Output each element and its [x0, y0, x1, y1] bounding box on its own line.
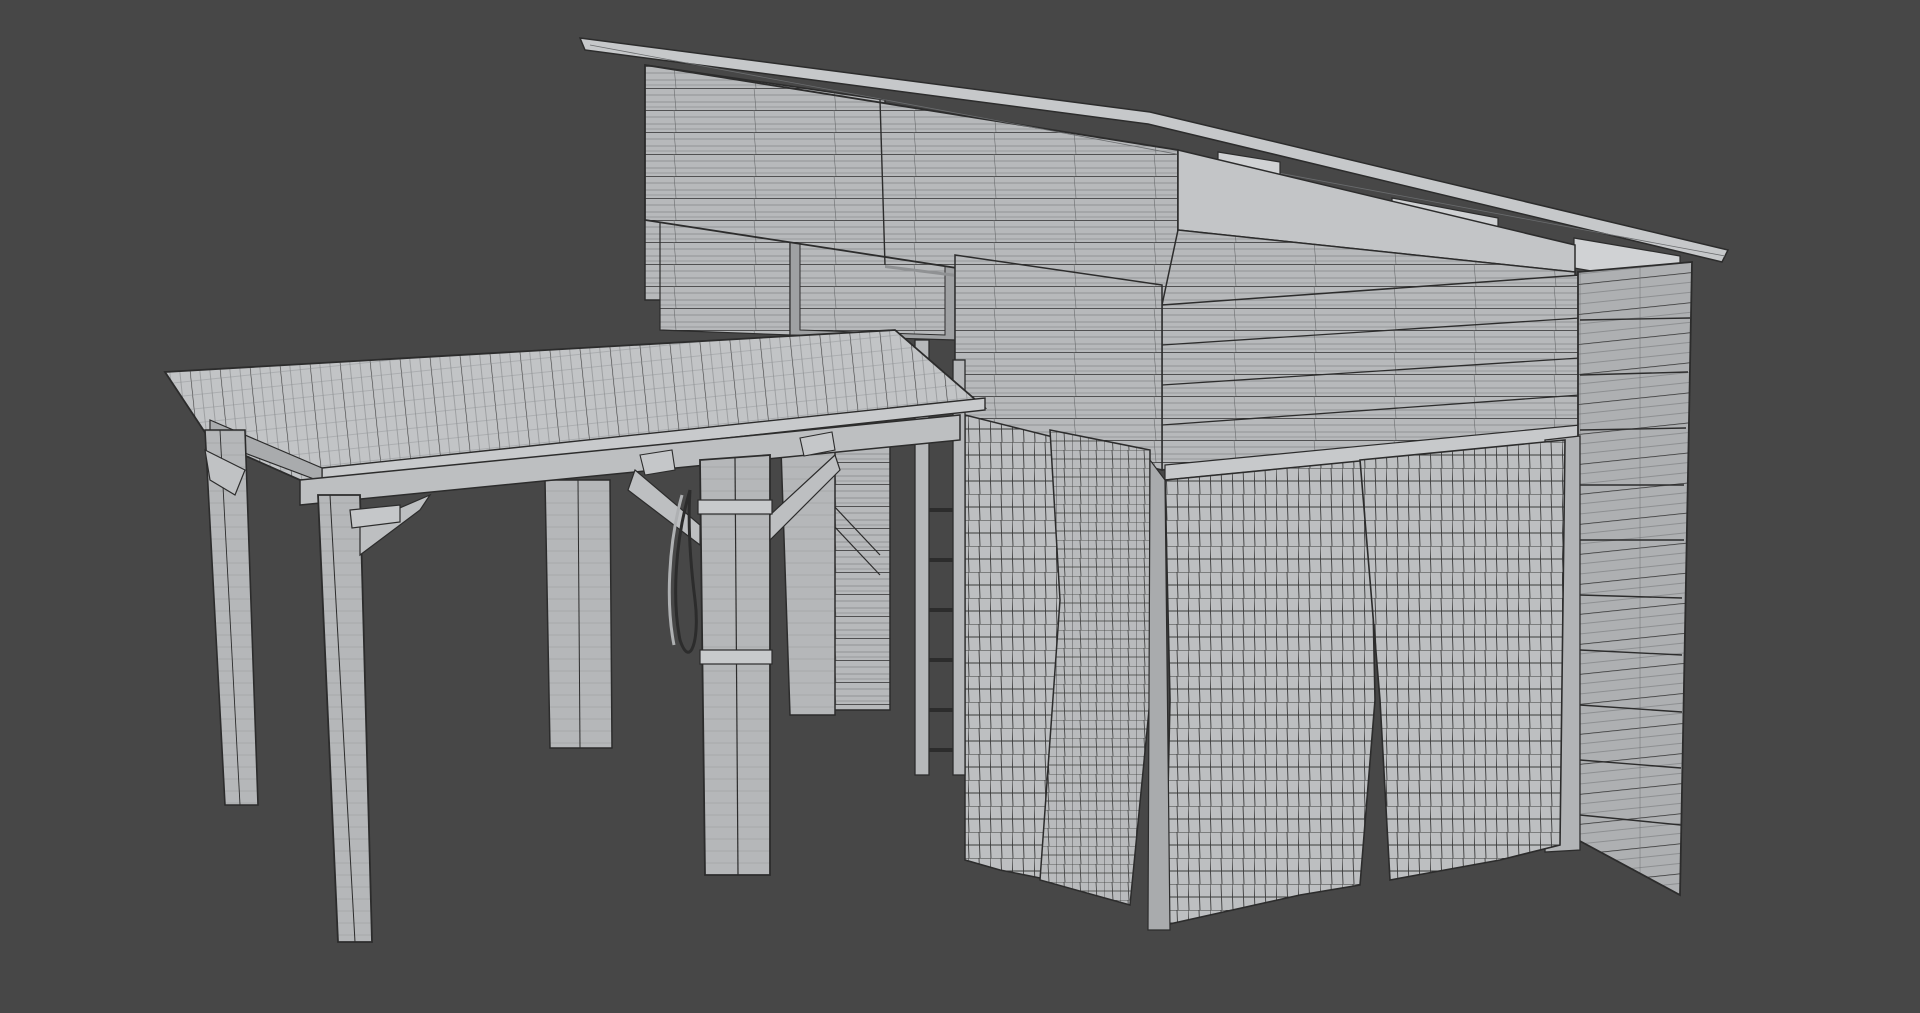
wireframe-render	[163, 37, 1730, 943]
3d-viewport[interactable]	[0, 0, 1920, 1013]
curtain-left	[964, 414, 1151, 906]
curtain-right	[1359, 439, 1566, 881]
curtain-center	[1147, 458, 1376, 931]
